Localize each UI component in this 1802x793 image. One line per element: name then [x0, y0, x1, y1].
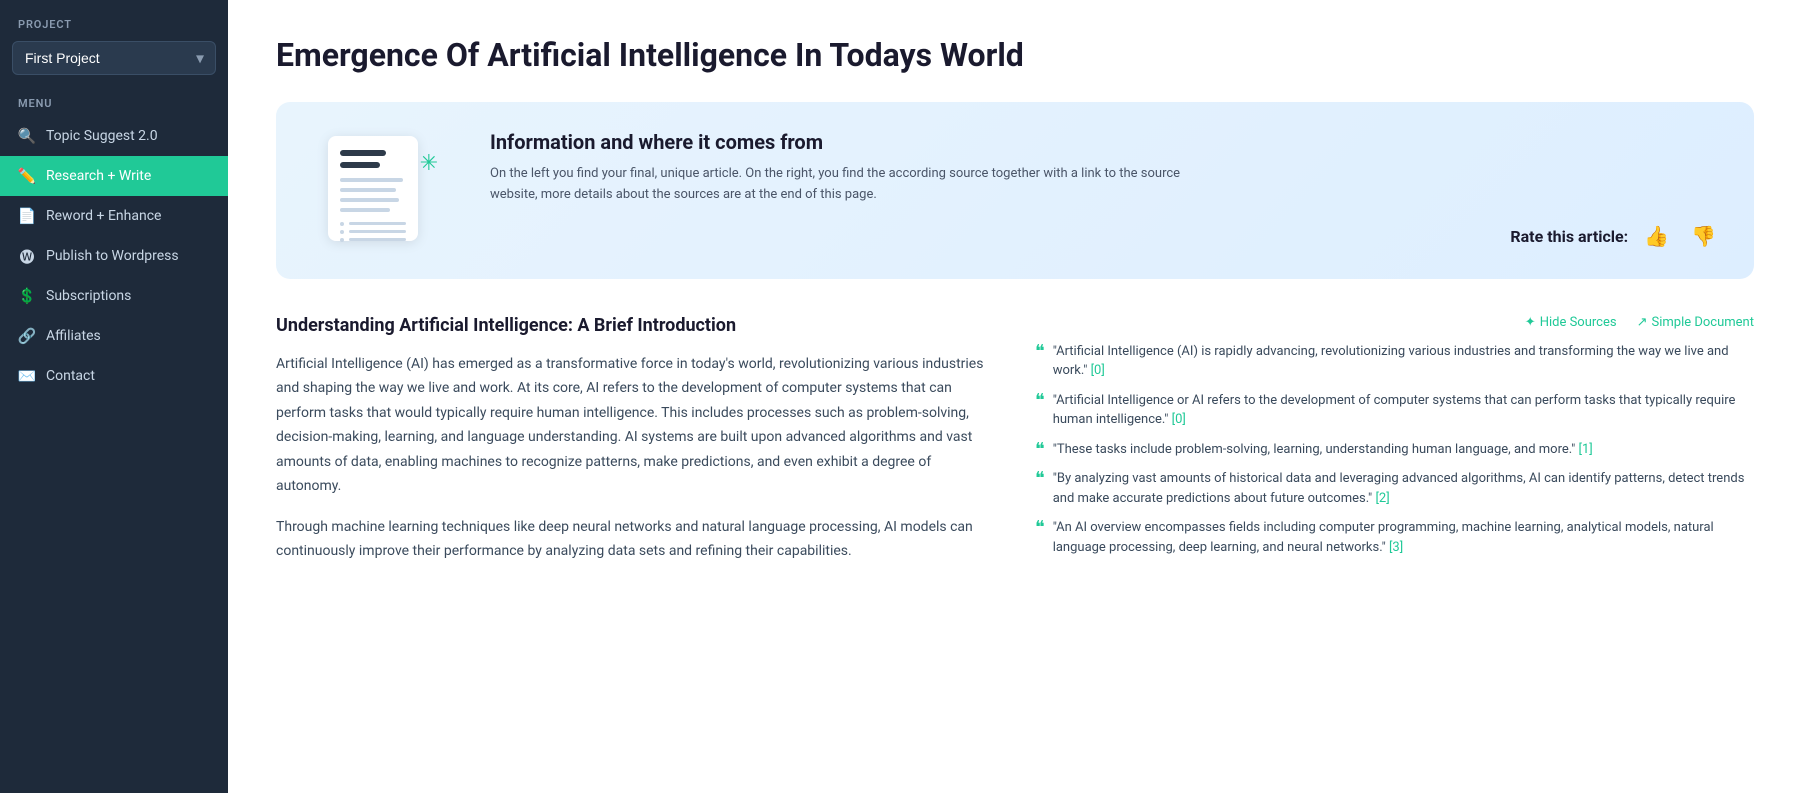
simple-document-icon: ↗	[1637, 315, 1648, 330]
paragraphs: Artificial Intelligence (AI) has emerged…	[276, 352, 995, 564]
source-item: ❝ "These tasks include problem-solving, …	[1035, 440, 1754, 460]
nav-item-label: Topic Suggest 2.0	[46, 128, 158, 144]
source-text: "By analyzing vast amounts of historical…	[1053, 469, 1754, 508]
project-dropdown[interactable]: First Project	[12, 41, 216, 75]
source-ref[interactable]: [0]	[1172, 412, 1186, 427]
document-icon: 📄	[18, 207, 36, 225]
section-heading: Understanding Artificial Intelligence: A…	[276, 315, 995, 336]
article-paragraph: Through machine learning techniques like…	[276, 515, 995, 564]
actions-row: ✦ Hide Sources ↗ Simple Document	[1035, 315, 1754, 330]
menu-label: Menu	[0, 83, 228, 116]
source-ref[interactable]: [2]	[1375, 491, 1389, 506]
hide-sources-link[interactable]: ✦ Hide Sources	[1525, 315, 1617, 330]
thumbs-up-button[interactable]: 👍	[1638, 222, 1675, 251]
article-right: ✦ Hide Sources ↗ Simple Document ❝ "Arti…	[1035, 315, 1754, 568]
sidebar-item-subscriptions[interactable]: 💲 Subscriptions	[0, 276, 228, 316]
search-icon: 🔍	[18, 127, 36, 145]
dollar-icon: 💲	[18, 287, 36, 305]
thumbs-down-button[interactable]: 👎	[1685, 222, 1722, 251]
source-ref[interactable]: [3]	[1389, 540, 1403, 555]
nav-item-label: Research + Write	[46, 168, 151, 184]
sources-list: ❝ "Artificial Intelligence (AI) is rapid…	[1035, 342, 1754, 558]
source-text: "An AI overview encompasses fields inclu…	[1053, 518, 1754, 557]
quote-icon: ❝	[1035, 519, 1045, 537]
source-text: "Artificial Intelligence or AI refers to…	[1053, 391, 1754, 430]
hide-sources-icon: ✦	[1525, 315, 1536, 330]
wp-icon: 🅦	[18, 247, 36, 265]
nav-item-label: Contact	[46, 368, 95, 384]
source-text: "These tasks include problem-solving, le…	[1053, 440, 1593, 460]
source-item: ❝ "Artificial Intelligence or AI refers …	[1035, 391, 1754, 430]
pen-icon: ✏️	[18, 167, 36, 185]
nav-item-label: Affiliates	[46, 328, 101, 344]
info-illustration: ✳	[308, 131, 458, 251]
info-text: On the left you find your final, unique …	[490, 164, 1190, 206]
source-item: ❝ "By analyzing vast amounts of historic…	[1035, 469, 1754, 508]
source-ref[interactable]: [0]	[1091, 363, 1105, 378]
project-label: Project	[0, 0, 228, 37]
source-text: "Artificial Intelligence (AI) is rapidly…	[1053, 342, 1754, 381]
sidebar-item-reword-enhance[interactable]: 📄 Reword + Enhance	[0, 196, 228, 236]
quote-icon: ❝	[1035, 392, 1045, 410]
rate-label: Rate this article:	[1510, 227, 1628, 246]
nav-item-label: Subscriptions	[46, 288, 131, 304]
info-title: Information and where it comes from	[490, 130, 1722, 154]
quote-icon: ❝	[1035, 470, 1045, 488]
project-selector[interactable]: First Project	[12, 41, 216, 75]
nav-menu: 🔍 Topic Suggest 2.0 ✏️ Research + Write …	[0, 116, 228, 396]
source-item: ❝ "An AI overview encompasses fields inc…	[1035, 518, 1754, 557]
sidebar-item-affiliates[interactable]: 🔗 Affiliates	[0, 316, 228, 356]
sparkle-icon: ✳	[420, 151, 438, 176]
simple-document-link[interactable]: ↗ Simple Document	[1637, 315, 1754, 330]
info-content: Information and where it comes from On t…	[490, 130, 1722, 251]
sidebar: Project First Project Menu 🔍 Topic Sugge…	[0, 0, 228, 793]
article-area: Understanding Artificial Intelligence: A…	[276, 315, 1754, 580]
page-title: Emergence Of Artificial Intelligence In …	[276, 36, 1754, 74]
nav-item-label: Reword + Enhance	[46, 208, 161, 224]
sidebar-item-contact[interactable]: ✉️ Contact	[0, 356, 228, 396]
nav-item-label: Publish to Wordpress	[46, 248, 179, 264]
main-content: Emergence Of Artificial Intelligence In …	[228, 0, 1802, 793]
info-box: ✳ Information and where it comes from On…	[276, 102, 1754, 279]
sidebar-item-publish-wordpress[interactable]: 🅦 Publish to Wordpress	[0, 236, 228, 276]
source-ref[interactable]: [1]	[1579, 442, 1593, 457]
source-item: ❝ "Artificial Intelligence (AI) is rapid…	[1035, 342, 1754, 381]
sidebar-item-research-write[interactable]: ✏️ Research + Write	[0, 156, 228, 196]
quote-icon: ❝	[1035, 343, 1045, 361]
mail-icon: ✉️	[18, 367, 36, 385]
article-left: Understanding Artificial Intelligence: A…	[276, 315, 995, 580]
quote-icon: ❝	[1035, 441, 1045, 459]
article-paragraph: Artificial Intelligence (AI) has emerged…	[276, 352, 995, 499]
link-icon: 🔗	[18, 327, 36, 345]
sidebar-item-topic-suggest[interactable]: 🔍 Topic Suggest 2.0	[0, 116, 228, 156]
rate-row: Rate this article: 👍 👎	[490, 222, 1722, 251]
